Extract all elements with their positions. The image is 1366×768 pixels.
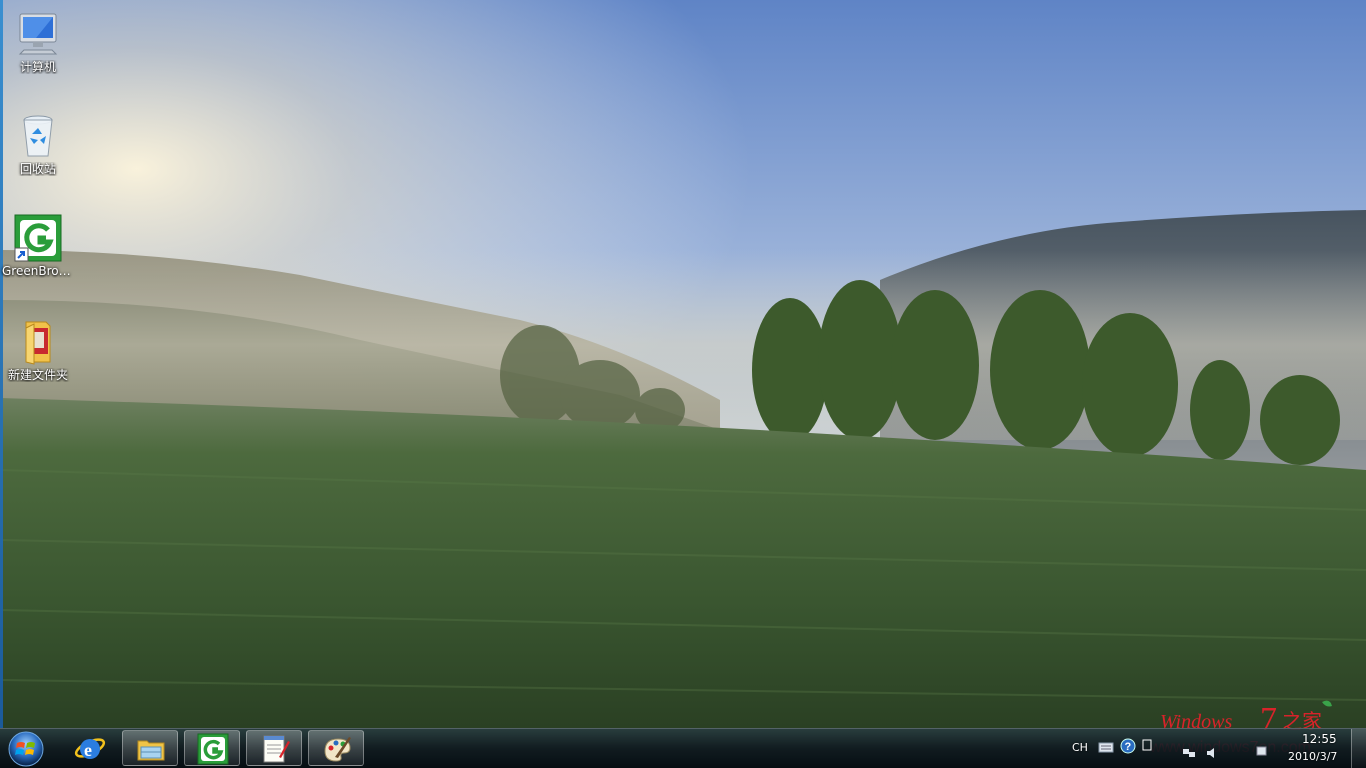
- desktop-icon-label: 回收站: [19, 162, 56, 176]
- flag-icon[interactable]: [1256, 742, 1268, 761]
- taskbar: e CH ? 12:55 2010/3/7: [0, 728, 1366, 768]
- clock-time[interactable]: 12:55: [1302, 733, 1337, 745]
- network-icon[interactable]: [1182, 744, 1196, 763]
- windows-start-orb-icon: [8, 731, 44, 767]
- clock-date[interactable]: 2010/3/7: [1288, 751, 1337, 763]
- start-button[interactable]: [6, 730, 46, 767]
- taskbar-paint[interactable]: [308, 730, 364, 766]
- folder-icon: [14, 318, 62, 366]
- desktop-icon-label: GreenBrowser: [2, 264, 76, 278]
- desktop-icon-label: 新建文件夹: [7, 368, 68, 382]
- recycle-bin-icon: [14, 112, 62, 160]
- desktop-icon-computer[interactable]: 计算机: [0, 10, 76, 74]
- greenbrowser-icon: [14, 214, 62, 262]
- taskbar-internet-explorer[interactable]: e: [62, 730, 118, 766]
- taskbar-notepad[interactable]: [246, 730, 302, 766]
- desktop[interactable]: 计算机 回收站 GreenBrowser: [0, 0, 1366, 768]
- taskbar-greenbrowser[interactable]: [184, 730, 240, 766]
- wallpaper-image: [0, 0, 1366, 768]
- show-desktop-button[interactable]: [1351, 729, 1366, 768]
- svg-text:?: ?: [1125, 741, 1132, 753]
- action-center-icon[interactable]: [1142, 736, 1152, 755]
- volume-icon[interactable]: [1206, 744, 1220, 763]
- computer-icon: [14, 10, 62, 58]
- desktop-icon-new-folder[interactable]: 新建文件夹: [0, 318, 76, 382]
- desktop-icon-greenbrowser[interactable]: GreenBrowser: [0, 214, 76, 278]
- svg-text:e: e: [84, 740, 92, 760]
- language-indicator[interactable]: CH: [1072, 742, 1088, 754]
- paint-icon: [324, 737, 351, 762]
- help-icon[interactable]: ?: [1120, 738, 1136, 758]
- keyboard-icon[interactable]: [1098, 739, 1114, 758]
- desktop-icon-recycle-bin[interactable]: 回收站: [0, 112, 76, 176]
- taskbar-windows-explorer[interactable]: [122, 730, 178, 766]
- notepad-icon: [263, 735, 290, 763]
- internet-explorer-icon: e: [74, 738, 106, 760]
- greenbrowser-icon: [197, 733, 229, 765]
- desktop-icon-label: 计算机: [19, 60, 56, 74]
- windows-explorer-icon: [137, 740, 165, 761]
- system-tray: CH ? 12:55 2010/3/7: [1066, 729, 1366, 768]
